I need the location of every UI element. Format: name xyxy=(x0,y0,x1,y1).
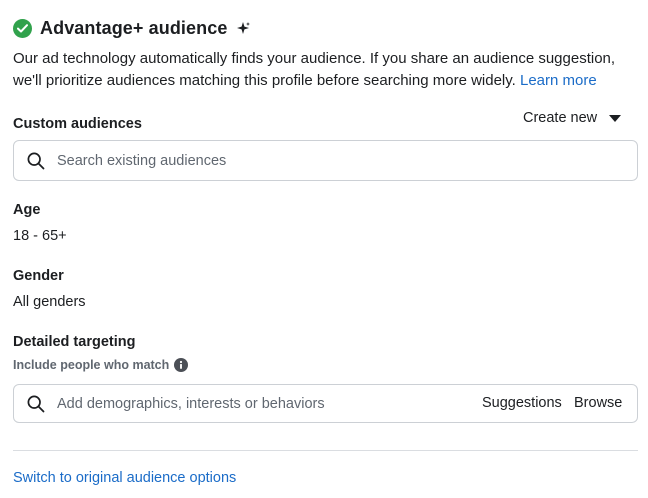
section-header: Advantage+ audience xyxy=(13,16,251,40)
detailed-targeting-search-input[interactable] xyxy=(57,385,457,422)
gender-value[interactable]: All genders xyxy=(13,294,86,310)
age-label: Age xyxy=(13,202,41,218)
custom-audiences-search-box[interactable] xyxy=(13,140,638,181)
browse-button[interactable]: Browse xyxy=(574,395,622,411)
gender-label: Gender xyxy=(13,268,64,284)
audience-description: Our ad technology automatically finds yo… xyxy=(13,48,633,92)
suggestions-button[interactable]: Suggestions xyxy=(482,395,562,411)
search-icon xyxy=(27,395,45,418)
search-icon xyxy=(27,152,45,175)
switch-audience-options-link[interactable]: Switch to original audience options xyxy=(13,470,236,486)
section-title: Advantage+ audience xyxy=(40,17,228,38)
check-circle-icon xyxy=(13,18,32,38)
include-people-sublabel: Include people who match xyxy=(13,357,189,373)
age-value[interactable]: 18 - 65+ xyxy=(13,228,67,244)
section-divider xyxy=(13,450,638,451)
custom-audiences-label: Custom audiences xyxy=(13,116,142,132)
info-icon[interactable] xyxy=(174,358,189,372)
detailed-targeting-label: Detailed targeting xyxy=(13,334,136,350)
caret-down-icon xyxy=(609,114,622,122)
create-new-label: Create new xyxy=(523,110,598,126)
custom-audiences-search-input[interactable] xyxy=(57,141,457,180)
sparkle-icon xyxy=(237,21,251,35)
create-new-dropdown[interactable]: Create new xyxy=(523,108,622,128)
learn-more-link[interactable]: Learn more xyxy=(520,72,597,89)
detailed-targeting-search-box[interactable]: Suggestions Browse xyxy=(13,384,638,423)
include-people-text: Include people who match xyxy=(13,358,170,372)
